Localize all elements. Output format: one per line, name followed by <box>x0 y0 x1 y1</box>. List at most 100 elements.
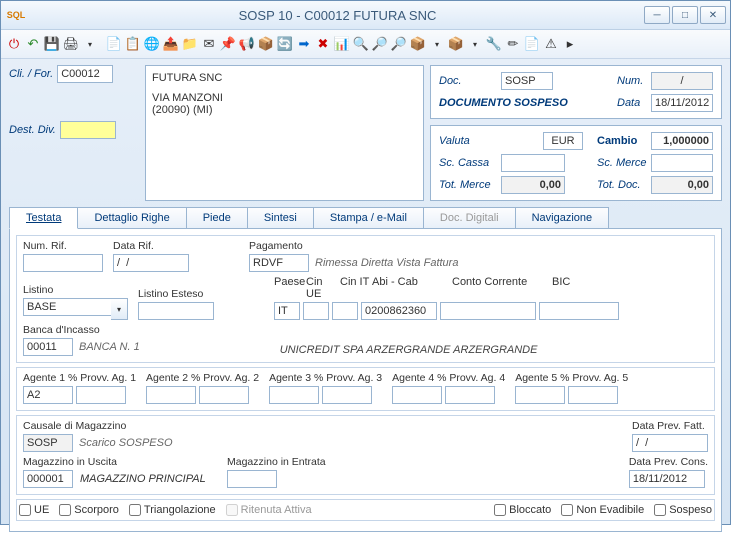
bic-field[interactable] <box>539 302 619 320</box>
paese-label: Paese <box>274 276 306 300</box>
refresh-icon[interactable]: 🔄 <box>276 35 294 53</box>
cambio-field[interactable] <box>651 132 713 150</box>
ag2-pct-field[interactable] <box>199 386 249 404</box>
doc-field[interactable] <box>501 72 553 90</box>
cinue-field[interactable] <box>303 302 329 320</box>
minimize-button[interactable]: ─ <box>644 6 670 24</box>
tab-stampa[interactable]: Stampa / e-Mail <box>313 207 424 228</box>
package-dropdown-icon[interactable]: ▾ <box>428 35 446 53</box>
banca-inc-field[interactable] <box>23 338 73 356</box>
pagamento-field[interactable] <box>249 254 309 272</box>
data-prev-fatt-field[interactable] <box>632 434 708 452</box>
package-icon[interactable]: 📦 <box>409 35 427 53</box>
data-prev-cons-field[interactable] <box>629 470 705 488</box>
ag3-pct-field[interactable] <box>322 386 372 404</box>
mag-usc-label: Magazzino in Uscita <box>23 456 217 468</box>
next-icon[interactable]: ▸ <box>561 35 579 53</box>
ag1-pct-field[interactable] <box>76 386 126 404</box>
bank-detail-text: UNICREDIT SPA ARZERGRANDE ARZERGRANDE <box>280 344 538 356</box>
num-rif-field[interactable] <box>23 254 103 272</box>
chart-icon[interactable]: 📊 <box>333 35 351 53</box>
print-icon[interactable]: 🖨 <box>62 35 80 53</box>
ag4-field[interactable] <box>392 386 442 404</box>
print-dropdown-icon[interactable]: ▾ <box>81 35 99 53</box>
data-prev-fatt-label: Data Prev. Fatt. <box>632 420 708 432</box>
edit-icon[interactable]: ✏ <box>504 35 522 53</box>
doc-label: Doc. <box>439 75 497 87</box>
chk-ritenuta: Ritenuta Attiva <box>226 504 312 516</box>
abicab-label: Abi - Cab <box>372 276 452 300</box>
tab-piede[interactable]: Piede <box>186 207 248 228</box>
chk-bloccato[interactable]: Bloccato <box>494 504 551 516</box>
ag5-field[interactable] <box>515 386 565 404</box>
chk-sospeso[interactable]: Sospeso <box>654 504 712 516</box>
abicab-field[interactable] <box>361 302 437 320</box>
page-icon[interactable]: 📄 <box>523 35 541 53</box>
num-field <box>651 72 713 90</box>
folder-icon[interactable]: 📁 <box>181 35 199 53</box>
ag1-field[interactable] <box>23 386 73 404</box>
mag-ent-field[interactable] <box>227 470 277 488</box>
maximize-button[interactable]: □ <box>672 6 698 24</box>
app-icon: SQL <box>5 4 27 26</box>
tot-doc-label: Tot. Doc. <box>597 179 647 191</box>
data-rif-field[interactable] <box>113 254 189 272</box>
chk-scorporo[interactable]: Scorporo <box>59 504 119 516</box>
tab-content: Num. Rif. Data Rif. Pagamento Rimessa Di… <box>9 229 722 532</box>
ag1-label: Agente 1 % Provv. Ag. 1 <box>23 372 136 384</box>
listino-field[interactable] <box>23 298 111 316</box>
data-field[interactable] <box>651 94 713 112</box>
search-icon[interactable]: 🔍 <box>352 35 370 53</box>
pin-icon[interactable]: 📌 <box>219 35 237 53</box>
num-label: Num. <box>617 75 647 87</box>
save-icon[interactable]: 💾 <box>43 35 61 53</box>
tab-navigazione[interactable]: Navigazione <box>515 207 610 228</box>
wrench-icon[interactable]: 🔧 <box>485 35 503 53</box>
export-icon[interactable]: 📤 <box>162 35 180 53</box>
ag3-field[interactable] <box>269 386 319 404</box>
close-button[interactable]: ✕ <box>700 6 726 24</box>
tab-testata[interactable]: Testata <box>9 207 78 229</box>
package2-icon[interactable]: 📦 <box>447 35 465 53</box>
chk-non-evadibile[interactable]: Non Evadibile <box>561 504 644 516</box>
tab-sintesi[interactable]: Sintesi <box>247 207 314 228</box>
conto-corr-field[interactable] <box>440 302 536 320</box>
dest-div-field[interactable] <box>60 121 116 139</box>
address-box: FUTURA SNC VIA MANZONI (20090) (MI) <box>145 65 424 201</box>
tab-dettaglio[interactable]: Dettaglio Righe <box>77 207 186 228</box>
copy-icon[interactable]: 📋 <box>124 35 142 53</box>
power-icon[interactable]: ⏻ <box>5 35 23 53</box>
sc-merce-field[interactable] <box>651 154 713 172</box>
globe-icon[interactable]: 🌐 <box>143 35 161 53</box>
package2-dropdown-icon[interactable]: ▾ <box>466 35 484 53</box>
announce-icon[interactable]: 📢 <box>238 35 256 53</box>
sc-cassa-label: Sc. Cassa <box>439 157 497 169</box>
ag4-pct-field[interactable] <box>445 386 495 404</box>
paese-field[interactable] <box>274 302 300 320</box>
ag2-field[interactable] <box>146 386 196 404</box>
delete-icon[interactable]: ✖ <box>314 35 332 53</box>
mag-ent-label: Magazzino in Entrata <box>227 456 326 468</box>
ag5-pct-field[interactable] <box>568 386 618 404</box>
cinit-field[interactable] <box>332 302 358 320</box>
mag-usc-desc <box>77 470 217 488</box>
sc-cassa-field[interactable] <box>501 154 565 172</box>
tot-merce-field <box>501 176 565 194</box>
doc-icon[interactable]: 📄 <box>105 35 123 53</box>
listino-label: Listino <box>23 284 128 296</box>
chk-triangolazione[interactable]: Triangolazione <box>129 504 216 516</box>
arrow-icon[interactable]: ➡ <box>295 35 313 53</box>
box-icon[interactable]: 📦 <box>257 35 275 53</box>
zoom-out-icon[interactable]: 🔎 <box>390 35 408 53</box>
warning-icon[interactable]: ⚠ <box>542 35 560 53</box>
undo-icon[interactable]: ↶ <box>24 35 42 53</box>
listino-esteso-field[interactable] <box>138 302 214 320</box>
valuta-field[interactable] <box>543 132 583 150</box>
zoom-in-icon[interactable]: 🔎 <box>371 35 389 53</box>
mail-icon[interactable]: ✉ <box>200 35 218 53</box>
mag-usc-field[interactable] <box>23 470 73 488</box>
cli-for-field[interactable] <box>57 65 113 83</box>
caus-mag-desc: Scarico SOSPESO <box>79 437 173 449</box>
listino-dropdown-icon[interactable]: ▾ <box>111 298 128 320</box>
chk-ue[interactable]: UE <box>19 504 49 516</box>
